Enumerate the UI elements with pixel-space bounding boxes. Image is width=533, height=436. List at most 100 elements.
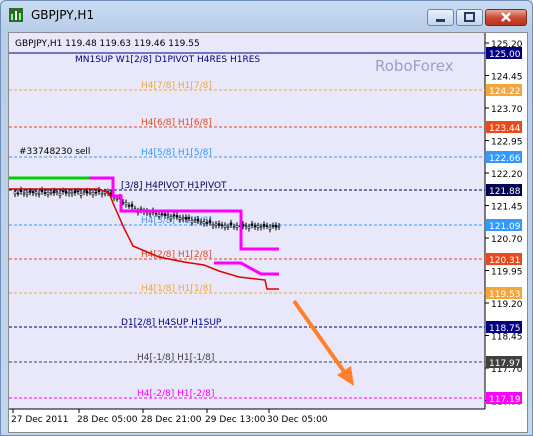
price-label: 119.20 <box>491 300 523 310</box>
time-label: 27 Dec 2011 <box>11 415 69 425</box>
candle-body <box>76 190 80 193</box>
candle-body <box>88 191 92 194</box>
price-label: 118.45 <box>491 333 523 343</box>
time-label: 28 Dec 21:00 <box>141 415 202 425</box>
candle-body <box>256 225 260 228</box>
level-label: H4[7/8] H1[7/8] <box>141 81 212 91</box>
price-tag-label: 123.44 <box>489 124 521 134</box>
candle-body <box>157 213 161 217</box>
price-tag-label: 122.66 <box>489 154 521 164</box>
candle-body <box>250 223 254 226</box>
candle-body <box>148 212 152 215</box>
level-label: H4[-2/8] H1[-2/8] <box>137 389 214 399</box>
candle-body <box>190 220 194 223</box>
candle-body <box>130 204 134 207</box>
candle-body <box>220 224 224 227</box>
candle-body <box>277 225 281 228</box>
price-label: 123.70 <box>491 105 523 115</box>
level-label: H4[2/8] H1[2/8] <box>141 250 212 260</box>
watermark: RoboForex <box>375 57 454 75</box>
candle-body <box>253 225 257 228</box>
candle-body <box>97 189 101 193</box>
candle-body <box>265 225 269 227</box>
price-axis: 125.20124.45123.70122.95122.20121.45120.… <box>485 40 523 408</box>
close-button[interactable] <box>485 9 527 26</box>
chart-window: GBPJPY,H1 MN1SUP W1[2/8] D1PIVOT H4RES H… <box>0 0 533 436</box>
price-label: 122.20 <box>491 170 523 180</box>
candle-body <box>172 214 176 217</box>
candle-body <box>259 226 263 228</box>
candle-body <box>223 225 227 228</box>
candle-body <box>100 193 104 195</box>
price-tag-label: 120.31 <box>489 256 521 266</box>
candle-body <box>40 189 44 192</box>
candle-body <box>46 191 50 195</box>
candle-body <box>175 215 179 218</box>
level-label: D1[2/8] H4SUP H1SUP <box>121 318 222 328</box>
candle-body <box>22 192 26 195</box>
candle-body <box>232 226 236 228</box>
candle-body <box>154 212 158 215</box>
candle-body <box>25 192 29 195</box>
candle-body <box>52 190 56 194</box>
candle-body <box>187 217 191 219</box>
candle-body <box>211 224 215 227</box>
candle-body <box>85 190 89 194</box>
candle-body <box>34 191 38 194</box>
candle-body <box>217 223 221 226</box>
time-label: 28 Dec 05:00 <box>77 415 138 425</box>
candle-body <box>49 192 53 194</box>
candle-body <box>274 225 278 228</box>
candle-body <box>61 190 65 192</box>
candle-body <box>19 189 23 192</box>
candle-body <box>82 191 86 193</box>
candle-body <box>244 225 248 228</box>
candle-body <box>235 225 239 228</box>
level-label: [3/8] H4PIVOT H1PIVOT <box>121 181 227 191</box>
title-bar[interactable]: GBPJPY,H1 <box>1 1 532 29</box>
candle-body <box>196 218 200 222</box>
level-label: H4[1/8] H1[1/8] <box>141 284 212 294</box>
candle-body <box>193 219 197 222</box>
level-label: H4[-1/8] H1[-1/8] <box>137 353 214 363</box>
price-tag-label: 119.53 <box>489 290 521 300</box>
candle-body <box>124 202 128 205</box>
candle-body <box>28 190 32 193</box>
candle-body <box>199 221 203 223</box>
price-label: 124.45 <box>491 73 523 83</box>
price-chart[interactable]: MN1SUP W1[2/8] D1PIVOT H4RES H1RES H4[7/8… <box>8 32 528 433</box>
candle-body <box>64 191 68 194</box>
price-tag-label: 117.19 <box>489 395 521 405</box>
price-chart-canvas[interactable]: MN1SUP W1[2/8] D1PIVOT H4RES H1RES H4[7/8… <box>9 33 527 432</box>
candle-body <box>73 190 77 194</box>
price-tag-label: 124.22 <box>489 87 521 97</box>
candle-body <box>13 191 17 195</box>
level-label: H4[5/8] H1[5/8] <box>141 148 212 158</box>
candle-body <box>271 225 275 227</box>
price-tag-label: 125.00 <box>489 50 521 60</box>
candle-body <box>205 222 209 224</box>
price-label: 120.70 <box>491 235 523 245</box>
candle-body <box>43 192 47 194</box>
price-label: 122.95 <box>491 138 523 148</box>
candle-body <box>91 192 95 195</box>
chart-window-icon <box>9 8 23 22</box>
candle-body <box>55 191 59 194</box>
candle-body <box>79 193 83 196</box>
candle-body <box>58 193 62 196</box>
candle-body <box>181 217 185 219</box>
price-tag-label: 118.75 <box>489 324 521 334</box>
candle-body <box>184 217 188 220</box>
candle-body <box>229 222 233 226</box>
level-label: MN1SUP W1[2/8] D1PIVOT H4RES H1RES <box>75 55 260 65</box>
plot-area[interactable] <box>9 33 485 409</box>
minimize-icon <box>436 19 445 22</box>
candle-body <box>214 223 218 226</box>
time-label: 30 Dec 05:00 <box>267 415 328 425</box>
minimize-button[interactable] <box>427 9 454 26</box>
candle-body <box>268 226 272 230</box>
candle-body <box>37 193 41 195</box>
candle-body <box>16 192 20 195</box>
maximize-button[interactable] <box>456 9 483 26</box>
candle-body <box>247 226 251 229</box>
